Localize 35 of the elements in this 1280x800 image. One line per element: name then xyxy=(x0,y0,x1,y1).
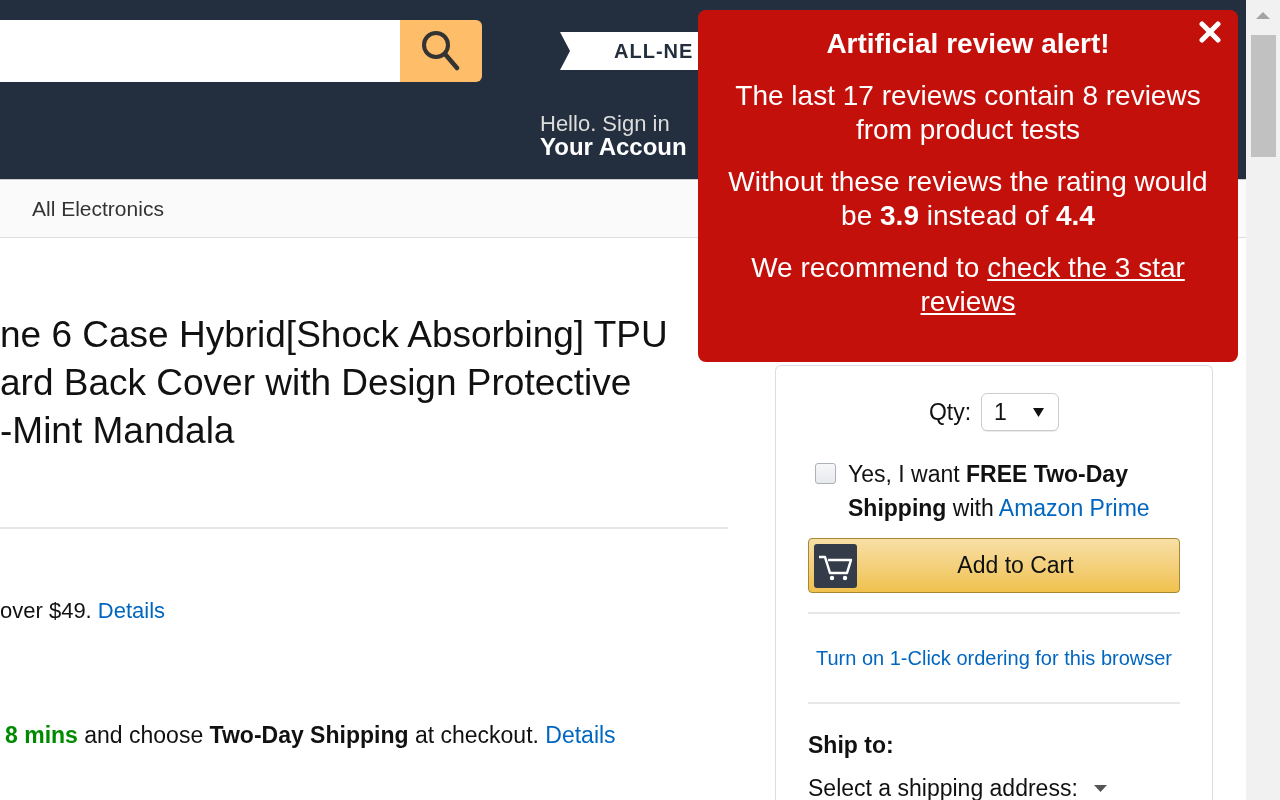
qty-label: Qty: xyxy=(928,399,972,425)
add-to-cart-button[interactable]: Add to Cart xyxy=(808,538,1180,593)
shipping-note: over $49. Details xyxy=(0,599,166,623)
up-arrow-icon[interactable] xyxy=(1256,12,1270,19)
prime-link[interactable]: Amazon Prime xyxy=(998,495,1150,521)
banner-logo: ALL-NE xyxy=(560,32,698,70)
close-button[interactable] xyxy=(1198,20,1222,44)
details-link[interactable]: Details xyxy=(545,722,616,748)
scrollbar-thumb[interactable] xyxy=(1250,35,1276,157)
checkbox[interactable] xyxy=(815,463,836,484)
greeting-text: Hello. Sign in xyxy=(540,113,670,135)
alert-message: Without these reviews the rating would be 3.9 instead of 4.4 xyxy=(727,165,1209,233)
reviews-link[interactable]: reviews xyxy=(920,286,1016,317)
caret-icon xyxy=(1093,784,1107,792)
scrollbar[interactable] xyxy=(1246,0,1280,800)
search-button[interactable] xyxy=(400,20,482,82)
subnav-link[interactable]: All Electronics xyxy=(32,192,164,225)
reviews-link[interactable]: check the 3 star xyxy=(987,252,1185,283)
one-click-link[interactable]: Turn on 1-Click ordering for this browser xyxy=(815,647,1173,669)
qty-select[interactable]: 1 xyxy=(981,393,1060,431)
close-icon xyxy=(1199,21,1221,43)
product-title: ne 6 Case Hybrid[Shock Absorbing] TPU ard Back Cover with Design Protective -Mint Mandala xyxy=(0,313,668,453)
prime-option-label: Yes, I want FREE Two-Day Shipping with Amazon Prime xyxy=(848,460,1151,523)
details-link[interactable]: Details xyxy=(97,598,166,623)
alert-title: Artificial review alert! xyxy=(826,27,1110,61)
caret-icon xyxy=(1033,407,1045,417)
account-link[interactable]: Your Accoun xyxy=(540,135,687,159)
alert-message: We recommend to check the 3 star reviews xyxy=(750,251,1186,319)
delivery-note: 8 mins and choose Two-Day Shipping at checkout. Details xyxy=(4,723,616,747)
cart-icon xyxy=(814,543,857,588)
search-icon xyxy=(422,31,460,71)
ship-to-label: Ship to: xyxy=(808,733,894,757)
alert-message: The last 17 reviews contain 8 reviews from product tests xyxy=(734,79,1202,147)
search-field[interactable] xyxy=(0,20,400,82)
address-select[interactable]: Select a shipping address: xyxy=(808,777,1107,799)
